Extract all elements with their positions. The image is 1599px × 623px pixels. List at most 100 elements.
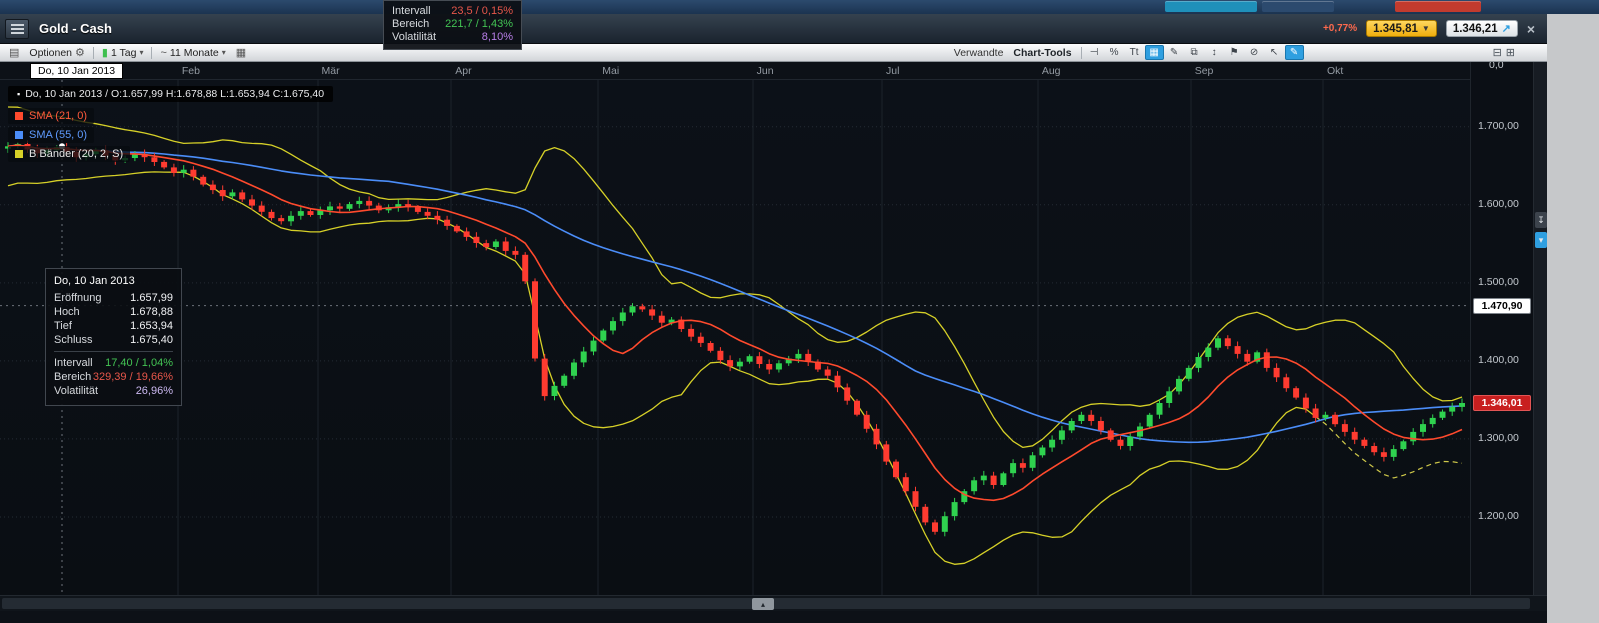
tooltip-row-label: Eröffnung <box>54 292 102 304</box>
grid-tool-icon[interactable]: ▦ <box>1145 45 1164 60</box>
indicator-legend: SMA (21, 0) SMA (55, 0) B Bänder (20, 2, S… <box>8 108 130 162</box>
tooltip-row: Hoch1.678,88 <box>54 306 173 318</box>
chart-menu-button[interactable]: ▤ <box>4 45 24 60</box>
tooltip-row: Volatilität26,96% <box>54 385 173 397</box>
buy-arrow-icon: ↗ <box>1502 22 1511 35</box>
candle-tooltip: Do, 10 Jan 2013 Eröffnung1.657,99 Hoch1.6… <box>45 268 182 406</box>
month-label: Mär <box>322 65 340 77</box>
month-label: Jun <box>757 65 774 77</box>
y-axis-tick: 1.300,00 <box>1478 432 1519 444</box>
change-percent: +0,77% <box>1323 23 1357 34</box>
legend-item[interactable]: SMA (55, 0) <box>8 127 94 143</box>
close-icon[interactable]: × <box>1527 21 1535 37</box>
sell-price-button[interactable]: 1.345,81▼ <box>1366 20 1437 37</box>
last-price-marker: 1.346,01 <box>1473 395 1531 411</box>
related-button[interactable]: Verwandte <box>954 47 1004 59</box>
tooltip-row-label: Volatilität <box>54 385 98 397</box>
month-label: Apr <box>455 65 471 77</box>
month-label: Mai <box>602 65 619 77</box>
menu-icon[interactable] <box>5 19 29 39</box>
text-tool-icon[interactable]: Tt <box>1125 45 1144 60</box>
legend-swatch <box>15 112 23 120</box>
period-dropdown[interactable]: ▮ 1 Tag ▾ <box>97 45 149 60</box>
chart-tools-label: Chart-Tools <box>1013 47 1071 59</box>
range-dropdown[interactable]: ~ 11 Monate ▾ <box>155 46 230 60</box>
calendar-button[interactable]: ▦ <box>231 45 251 60</box>
tooltip-row-label: Bereich <box>54 371 91 383</box>
chart-window-title-bar: Gold - Cash +0,77% 1.345,81▼ 1.346,21↗ × <box>0 14 1547 44</box>
legend-swatch <box>15 150 23 158</box>
tooltip-row-value: 329,39 / 19,66% <box>93 371 173 383</box>
chart-window: Gold - Cash +0,77% 1.345,81▼ 1.346,21↗ ×… <box>0 14 1547 623</box>
month-label: Okt <box>1327 65 1343 77</box>
y-axis-tick: 1.700,00 <box>1478 120 1519 132</box>
scroll-to-latest-icon[interactable]: ↧ <box>1535 212 1547 228</box>
tooltip-row: Schluss1.675,40 <box>54 334 173 346</box>
buy-price-button[interactable]: 1.346,21↗ <box>1446 20 1518 37</box>
price-axis[interactable]: 0,0 1.700,00 1.600,00 1.500,00 1.400,00 1.30… <box>1470 62 1533 595</box>
flag-tool-icon[interactable]: ⚑ <box>1225 45 1244 60</box>
tooltip-row-value: 221,7 / 1,43% <box>445 18 513 30</box>
red-button[interactable] <box>1395 1 1481 12</box>
line-chart-icon: ~ <box>160 47 166 59</box>
tooltip-row: Eröffnung1.657,99 <box>54 292 173 304</box>
tooltip-row: Tief 1.653,94 <box>54 320 173 332</box>
tooltip-row-value: 1.653,94 <box>130 320 173 332</box>
tooltip-row: Bereich329,39 / 19,66% <box>54 371 173 383</box>
legend-swatch <box>15 131 23 139</box>
tooltip-row-value: 17,40 / 1,04% <box>105 357 173 369</box>
expand-panel-icon[interactable]: ▴ <box>752 598 774 610</box>
options-button[interactable]: Optionen⚙ <box>24 45 90 60</box>
time-axis[interactable]: FebMärAprMaiJunJulAugSepOkt <box>0 62 1470 80</box>
crosshair-price-marker: 1.470,90 <box>1473 298 1531 314</box>
draw-tool-icon[interactable]: ✎ <box>1165 45 1184 60</box>
overlay-tool-icon[interactable]: ⧉ <box>1185 45 1204 60</box>
legend-label: SMA (21, 0) <box>29 110 87 122</box>
y-axis-tick: 1.500,00 <box>1478 276 1519 288</box>
legend-item[interactable]: SMA (21, 0) <box>8 108 94 124</box>
chevron-down-icon: ▾ <box>139 48 143 57</box>
percent-tool-icon[interactable]: % <box>1105 45 1124 60</box>
y-axis-tick: 1.400,00 <box>1478 354 1519 366</box>
calendar-icon: ▦ <box>236 46 246 59</box>
tooltip-row: Volatilität 8,10% <box>392 31 513 43</box>
maximize-icon[interactable]: ⊞ <box>1506 46 1515 59</box>
chart-canvas-area: FebMärAprMaiJunJulAugSepOkt 0,0 1.700,00… <box>0 62 1547 595</box>
tooltip-row-label: Intervall <box>54 357 93 369</box>
window-controls: ⊟⊞ <box>1489 46 1515 59</box>
scroll-down-icon[interactable]: ▾ <box>1535 232 1547 248</box>
measure-tool-icon[interactable]: ↕ <box>1205 45 1224 60</box>
horizontal-scrollbar[interactable]: ▴ <box>0 595 1547 611</box>
y-axis-tick: 1.600,00 <box>1478 198 1519 210</box>
price-axis-partial-label: 0,0 <box>1489 62 1504 71</box>
y-axis-tick: 1.200,00 <box>1478 510 1519 522</box>
candle-icon: ▮ <box>102 46 108 59</box>
minimize-icon[interactable]: ⊟ <box>1493 46 1502 59</box>
teal-button[interactable] <box>1165 1 1257 12</box>
legend-label: B Bänder (20, 2, S) <box>29 148 123 160</box>
chevron-down-icon: ▾ <box>222 48 226 57</box>
legend-label: SMA (55, 0) <box>29 129 87 141</box>
chart-menu-icon: ▤ <box>9 46 19 59</box>
eraser-tool-icon[interactable]: ⊘ <box>1245 45 1264 60</box>
tooltip-row-label: Tief <box>54 320 72 332</box>
month-label: Feb <box>182 65 200 77</box>
legend-item[interactable]: B Bänder (20, 2, S) <box>8 146 130 162</box>
tooltip-row-label: Volatilität <box>392 31 436 43</box>
crosshair-date-label: Do, 10 Jan 2013 <box>30 63 123 79</box>
chart-tools-row: ⊣%Tt▦✎⧉↕⚑⊘↖✎ <box>1085 45 1304 60</box>
tooltip-row-label: Schluss <box>54 334 93 346</box>
month-label: Sep <box>1195 65 1214 77</box>
pointer-tool-icon[interactable]: ↖ <box>1265 45 1284 60</box>
tooltip-title: Do, 10 Jan 2013 <box>54 275 173 287</box>
interval-tool-icon[interactable]: ⊣ <box>1085 45 1104 60</box>
navy-button[interactable] <box>1262 1 1334 12</box>
vertical-scrollbar[interactable]: ↧ ▾ <box>1533 62 1547 595</box>
gear-icon: ⚙ <box>75 46 85 59</box>
hover-tooltip-top: Intervall23,5 / 0,15%Bereich221,7 / 1,43… <box>383 0 522 50</box>
price-chart[interactable] <box>0 80 1470 595</box>
tooltip-row-value: 8,10% <box>482 31 513 43</box>
bullet-icon: ▪ <box>17 89 20 99</box>
tooltip-row: Intervall23,5 / 0,15% <box>392 5 513 17</box>
annotate-tool-icon[interactable]: ✎ <box>1285 45 1304 60</box>
